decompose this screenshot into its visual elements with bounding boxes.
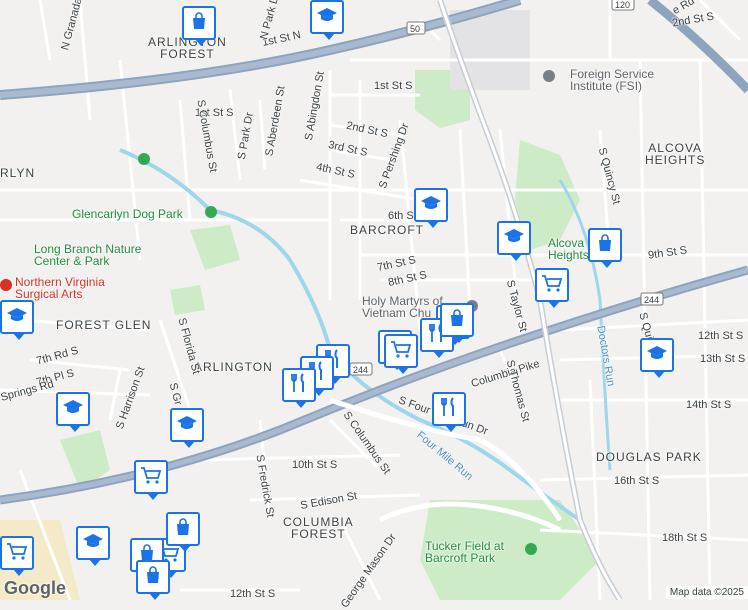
area-alcova-heights: ALCOVA HEIGHTS — [645, 141, 706, 167]
poi-foreign-service[interactable]: Foreign Service Institute (FSI) — [570, 68, 654, 92]
road-16th-st-s: 16th St S — [614, 475, 660, 487]
shopping-icon — [173, 517, 193, 542]
education-icon — [6, 305, 28, 330]
route-120-label: 120 — [615, 0, 631, 10]
marker-grocery[interactable] — [0, 536, 34, 576]
road-13th-st-s: 13th St S — [700, 353, 746, 365]
road-12th-st-s-south: 12th St S — [230, 588, 276, 600]
marker-grocery[interactable] — [134, 460, 168, 500]
google-logo: Google — [4, 578, 66, 598]
shopping-icon — [143, 565, 163, 590]
marker-education[interactable] — [56, 392, 90, 432]
education-icon — [82, 531, 104, 556]
marker-shopping[interactable] — [166, 512, 200, 552]
marker-education[interactable] — [310, 0, 344, 40]
marker-education[interactable] — [640, 338, 674, 378]
grocery-icon — [6, 541, 28, 566]
poi-tucker-field[interactable]: Tucker Field at Barcroft Park — [425, 540, 504, 564]
road-14th-st-s: 14th St S — [686, 399, 732, 411]
area-barcroft: BARCROFT — [350, 223, 424, 237]
route-244-label-east: 244 — [644, 295, 660, 305]
education-icon — [316, 5, 338, 30]
education-icon — [176, 413, 198, 438]
education-icon — [62, 397, 84, 422]
shopping-icon — [189, 11, 209, 36]
poi-nova-surgical[interactable]: Northern Virginia Surgical Arts — [15, 276, 105, 300]
medical-icon — [0, 279, 12, 291]
park-icon — [138, 153, 150, 165]
poi-dog-park[interactable]: Glencarlyn Dog Park — [72, 208, 183, 220]
restaurant-icon — [289, 372, 309, 399]
poi-holy-martyrs[interactable]: Holy Martyrs of Vietnam Chu — [362, 295, 443, 319]
marker-education[interactable] — [497, 221, 531, 261]
shopping-icon — [447, 308, 467, 333]
marker-shopping[interactable] — [588, 228, 622, 268]
route-50-label: 50 — [410, 24, 421, 34]
marker-education[interactable] — [0, 300, 34, 340]
area-douglas-park: DOUGLAS PARK — [596, 450, 702, 464]
shopping-icon — [595, 233, 615, 258]
marker-education[interactable] — [76, 526, 110, 566]
grocery-icon — [541, 273, 563, 298]
marker-shopping[interactable] — [182, 6, 216, 46]
restaurant-icon — [439, 396, 459, 423]
marker-education[interactable] — [414, 188, 448, 228]
marker-restaurant[interactable] — [432, 392, 466, 432]
road-18th-st-s: 18th St S — [662, 532, 708, 544]
education-icon — [420, 193, 442, 218]
marker-shopping[interactable] — [440, 303, 474, 343]
route-244-label: 244 — [353, 365, 369, 375]
road-12th-st-s: 12th St S — [698, 330, 744, 342]
marker-grocery[interactable] — [535, 268, 569, 308]
dog-park-icon — [205, 206, 217, 218]
poi-long-branch[interactable]: Long Branch Nature Center & Park — [34, 243, 141, 267]
marker-education[interactable] — [170, 408, 204, 448]
marker-grocery[interactable] — [384, 334, 418, 374]
education-icon — [503, 226, 525, 251]
marker-shopping[interactable] — [136, 560, 170, 600]
grocery-icon — [390, 339, 412, 364]
area-arlington: ARLINGTON — [194, 360, 273, 374]
road-10th-st-s: 10th St S — [292, 459, 338, 471]
area-forest-glen: FOREST GLEN — [56, 318, 152, 332]
area-glencarlyn: RLYN — [0, 166, 36, 180]
area-columbia-forest: COLUMBIA FOREST — [283, 515, 354, 541]
sports-icon — [525, 543, 537, 555]
education-icon — [646, 343, 668, 368]
map-attribution[interactable]: Map data ©2025 — [665, 586, 748, 599]
marker-restaurant[interactable] — [282, 368, 316, 408]
road-1st-st-s: 1st St S — [374, 80, 413, 92]
campus-area — [450, 10, 530, 90]
landmark-icon — [543, 70, 555, 82]
grocery-icon — [140, 465, 162, 490]
